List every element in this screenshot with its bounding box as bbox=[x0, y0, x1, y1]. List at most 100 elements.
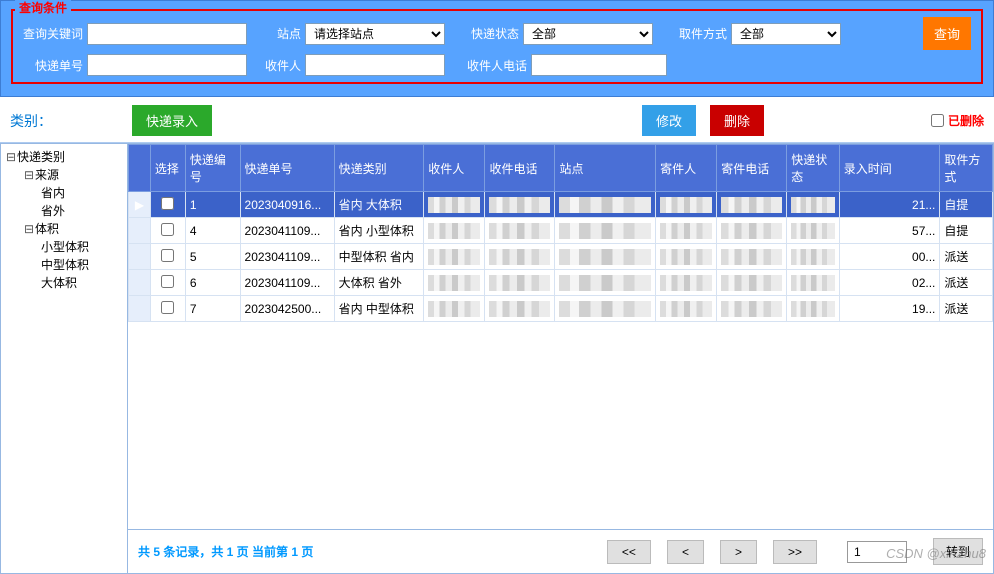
cell-sphone bbox=[717, 192, 787, 218]
tree-domestic[interactable]: 省内 bbox=[41, 184, 123, 202]
table-row[interactable]: 42023041109...省内 小型体积57...自提 bbox=[129, 218, 993, 244]
table-row[interactable]: 62023041109...大体积 省外02...派送 bbox=[129, 270, 993, 296]
pager-next[interactable]: > bbox=[720, 540, 757, 564]
cell-sphone bbox=[717, 270, 787, 296]
cell-status bbox=[787, 270, 839, 296]
pickup-select[interactable]: 全部 bbox=[731, 23, 841, 45]
col-sender[interactable]: 寄件人 bbox=[656, 145, 717, 192]
row-indicator bbox=[129, 244, 151, 270]
cell-rphone bbox=[485, 270, 555, 296]
col-entrytime[interactable]: 录入时间 bbox=[839, 145, 940, 192]
cell-station bbox=[555, 244, 656, 270]
col-sphone[interactable]: 寄件电话 bbox=[717, 145, 787, 192]
row-checkbox[interactable] bbox=[161, 301, 174, 314]
tree-root[interactable]: ⊟快递类别 bbox=[5, 148, 123, 166]
table-row[interactable]: 52023041109...中型体积 省内00...派送 bbox=[129, 244, 993, 270]
tracking-input[interactable] bbox=[87, 54, 247, 76]
col-tracking[interactable]: 快递单号 bbox=[240, 145, 334, 192]
cell-station bbox=[555, 296, 656, 322]
cell-category: 省内 大体积 bbox=[334, 192, 424, 218]
pager-last[interactable]: >> bbox=[773, 540, 817, 564]
row-checkbox[interactable] bbox=[161, 275, 174, 288]
col-category[interactable]: 快递类别 bbox=[334, 145, 424, 192]
phone-input[interactable] bbox=[531, 54, 667, 76]
row-indicator-header bbox=[129, 145, 151, 192]
query-panel: 查询条件 查询关键词 站点 请选择站点 快递状态 全部 取件方式 全部 查询 快 bbox=[0, 0, 994, 97]
col-recipient[interactable]: 收件人 bbox=[424, 145, 485, 192]
delete-button[interactable]: 删除 bbox=[710, 105, 764, 136]
search-button[interactable]: 查询 bbox=[923, 17, 971, 50]
row-checkbox-cell[interactable] bbox=[150, 270, 185, 296]
table-row[interactable]: 72023042500...省内 中型体积19...派送 bbox=[129, 296, 993, 322]
keyword-label: 查询关键词 bbox=[23, 25, 83, 42]
tree-small[interactable]: 小型体积 bbox=[41, 238, 123, 256]
cell-station bbox=[555, 192, 656, 218]
tree-foreign[interactable]: 省外 bbox=[41, 202, 123, 220]
status-select[interactable]: 全部 bbox=[523, 23, 653, 45]
recipient-input[interactable] bbox=[305, 54, 445, 76]
cell-sender bbox=[656, 218, 717, 244]
col-station[interactable]: 站点 bbox=[555, 145, 656, 192]
row-checkbox[interactable] bbox=[161, 197, 174, 210]
cell-station bbox=[555, 270, 656, 296]
cell-sphone bbox=[717, 218, 787, 244]
cell-category: 省内 中型体积 bbox=[334, 296, 424, 322]
tree-source[interactable]: ⊟来源 bbox=[23, 166, 123, 184]
cell-recipient bbox=[424, 192, 485, 218]
deleted-checkbox[interactable] bbox=[931, 114, 944, 127]
minus-icon[interactable]: ⊟ bbox=[5, 148, 17, 166]
pickup-label: 取件方式 bbox=[667, 25, 727, 42]
cell-status bbox=[787, 218, 839, 244]
cell-pickup: 自提 bbox=[940, 192, 993, 218]
row-checkbox-cell[interactable] bbox=[150, 244, 185, 270]
grid-header-row: 选择 快递编号 快递单号 快递类别 收件人 收件电话 站点 寄件人 寄件电话 快… bbox=[129, 145, 993, 192]
pager: 共 5 条记录，共 1 页 当前第 1 页 << < > >> 转到 bbox=[128, 529, 993, 573]
cell-entry: 00... bbox=[839, 244, 940, 270]
keyword-input[interactable] bbox=[87, 23, 247, 45]
category-label: 类别： bbox=[10, 111, 52, 131]
col-select[interactable]: 选择 bbox=[150, 145, 185, 192]
cell-id: 7 bbox=[185, 296, 240, 322]
cell-pickup: 自提 bbox=[940, 218, 993, 244]
grid-panel: 选择 快递编号 快递单号 快递类别 收件人 收件电话 站点 寄件人 寄件电话 快… bbox=[128, 143, 994, 574]
cell-rphone bbox=[485, 244, 555, 270]
row-indicator bbox=[129, 296, 151, 322]
minus-icon[interactable]: ⊟ bbox=[23, 166, 35, 184]
query-box: 查询关键词 站点 请选择站点 快递状态 全部 取件方式 全部 查询 快递单号 bbox=[11, 9, 983, 84]
table-row[interactable]: ▶12023040916...省内 大体积21...自提 bbox=[129, 192, 993, 218]
main-area: ⊟快递类别 ⊟来源 省内 省外 ⊟体积 小型体积 中型体积 大体积 bbox=[0, 142, 994, 574]
cell-tracking: 2023041109... bbox=[240, 218, 334, 244]
deleted-checkbox-wrap[interactable]: 已删除 bbox=[931, 112, 984, 129]
cell-tracking: 2023042500... bbox=[240, 296, 334, 322]
edit-button[interactable]: 修改 bbox=[642, 105, 696, 136]
col-pickup[interactable]: 取件方式 bbox=[940, 145, 993, 192]
row-indicator bbox=[129, 270, 151, 296]
row-checkbox[interactable] bbox=[161, 223, 174, 236]
cell-pickup: 派送 bbox=[940, 270, 993, 296]
cell-pickup: 派送 bbox=[940, 296, 993, 322]
pager-info: 共 5 条记录，共 1 页 当前第 1 页 bbox=[138, 543, 313, 560]
cell-rphone bbox=[485, 296, 555, 322]
cell-id: 4 bbox=[185, 218, 240, 244]
cell-recipient bbox=[424, 270, 485, 296]
row-checkbox[interactable] bbox=[161, 249, 174, 262]
station-label: 站点 bbox=[261, 25, 301, 42]
row-checkbox-cell[interactable] bbox=[150, 218, 185, 244]
tree-large[interactable]: 大体积 bbox=[41, 274, 123, 292]
station-select[interactable]: 请选择站点 bbox=[305, 23, 445, 45]
tree-medium[interactable]: 中型体积 bbox=[41, 256, 123, 274]
minus-icon[interactable]: ⊟ bbox=[23, 220, 35, 238]
cell-pickup: 派送 bbox=[940, 244, 993, 270]
col-status[interactable]: 快递状态 bbox=[787, 145, 839, 192]
entry-button[interactable]: 快递录入 bbox=[132, 105, 212, 136]
col-id[interactable]: 快递编号 bbox=[185, 145, 240, 192]
tree-volume[interactable]: ⊟体积 bbox=[23, 220, 123, 238]
col-rphone[interactable]: 收件电话 bbox=[485, 145, 555, 192]
cell-sphone bbox=[717, 296, 787, 322]
pager-prev[interactable]: < bbox=[667, 540, 704, 564]
cell-tracking: 2023041109... bbox=[240, 244, 334, 270]
row-checkbox-cell[interactable] bbox=[150, 296, 185, 322]
pager-first[interactable]: << bbox=[607, 540, 651, 564]
row-checkbox-cell[interactable] bbox=[150, 192, 185, 218]
cell-rphone bbox=[485, 192, 555, 218]
